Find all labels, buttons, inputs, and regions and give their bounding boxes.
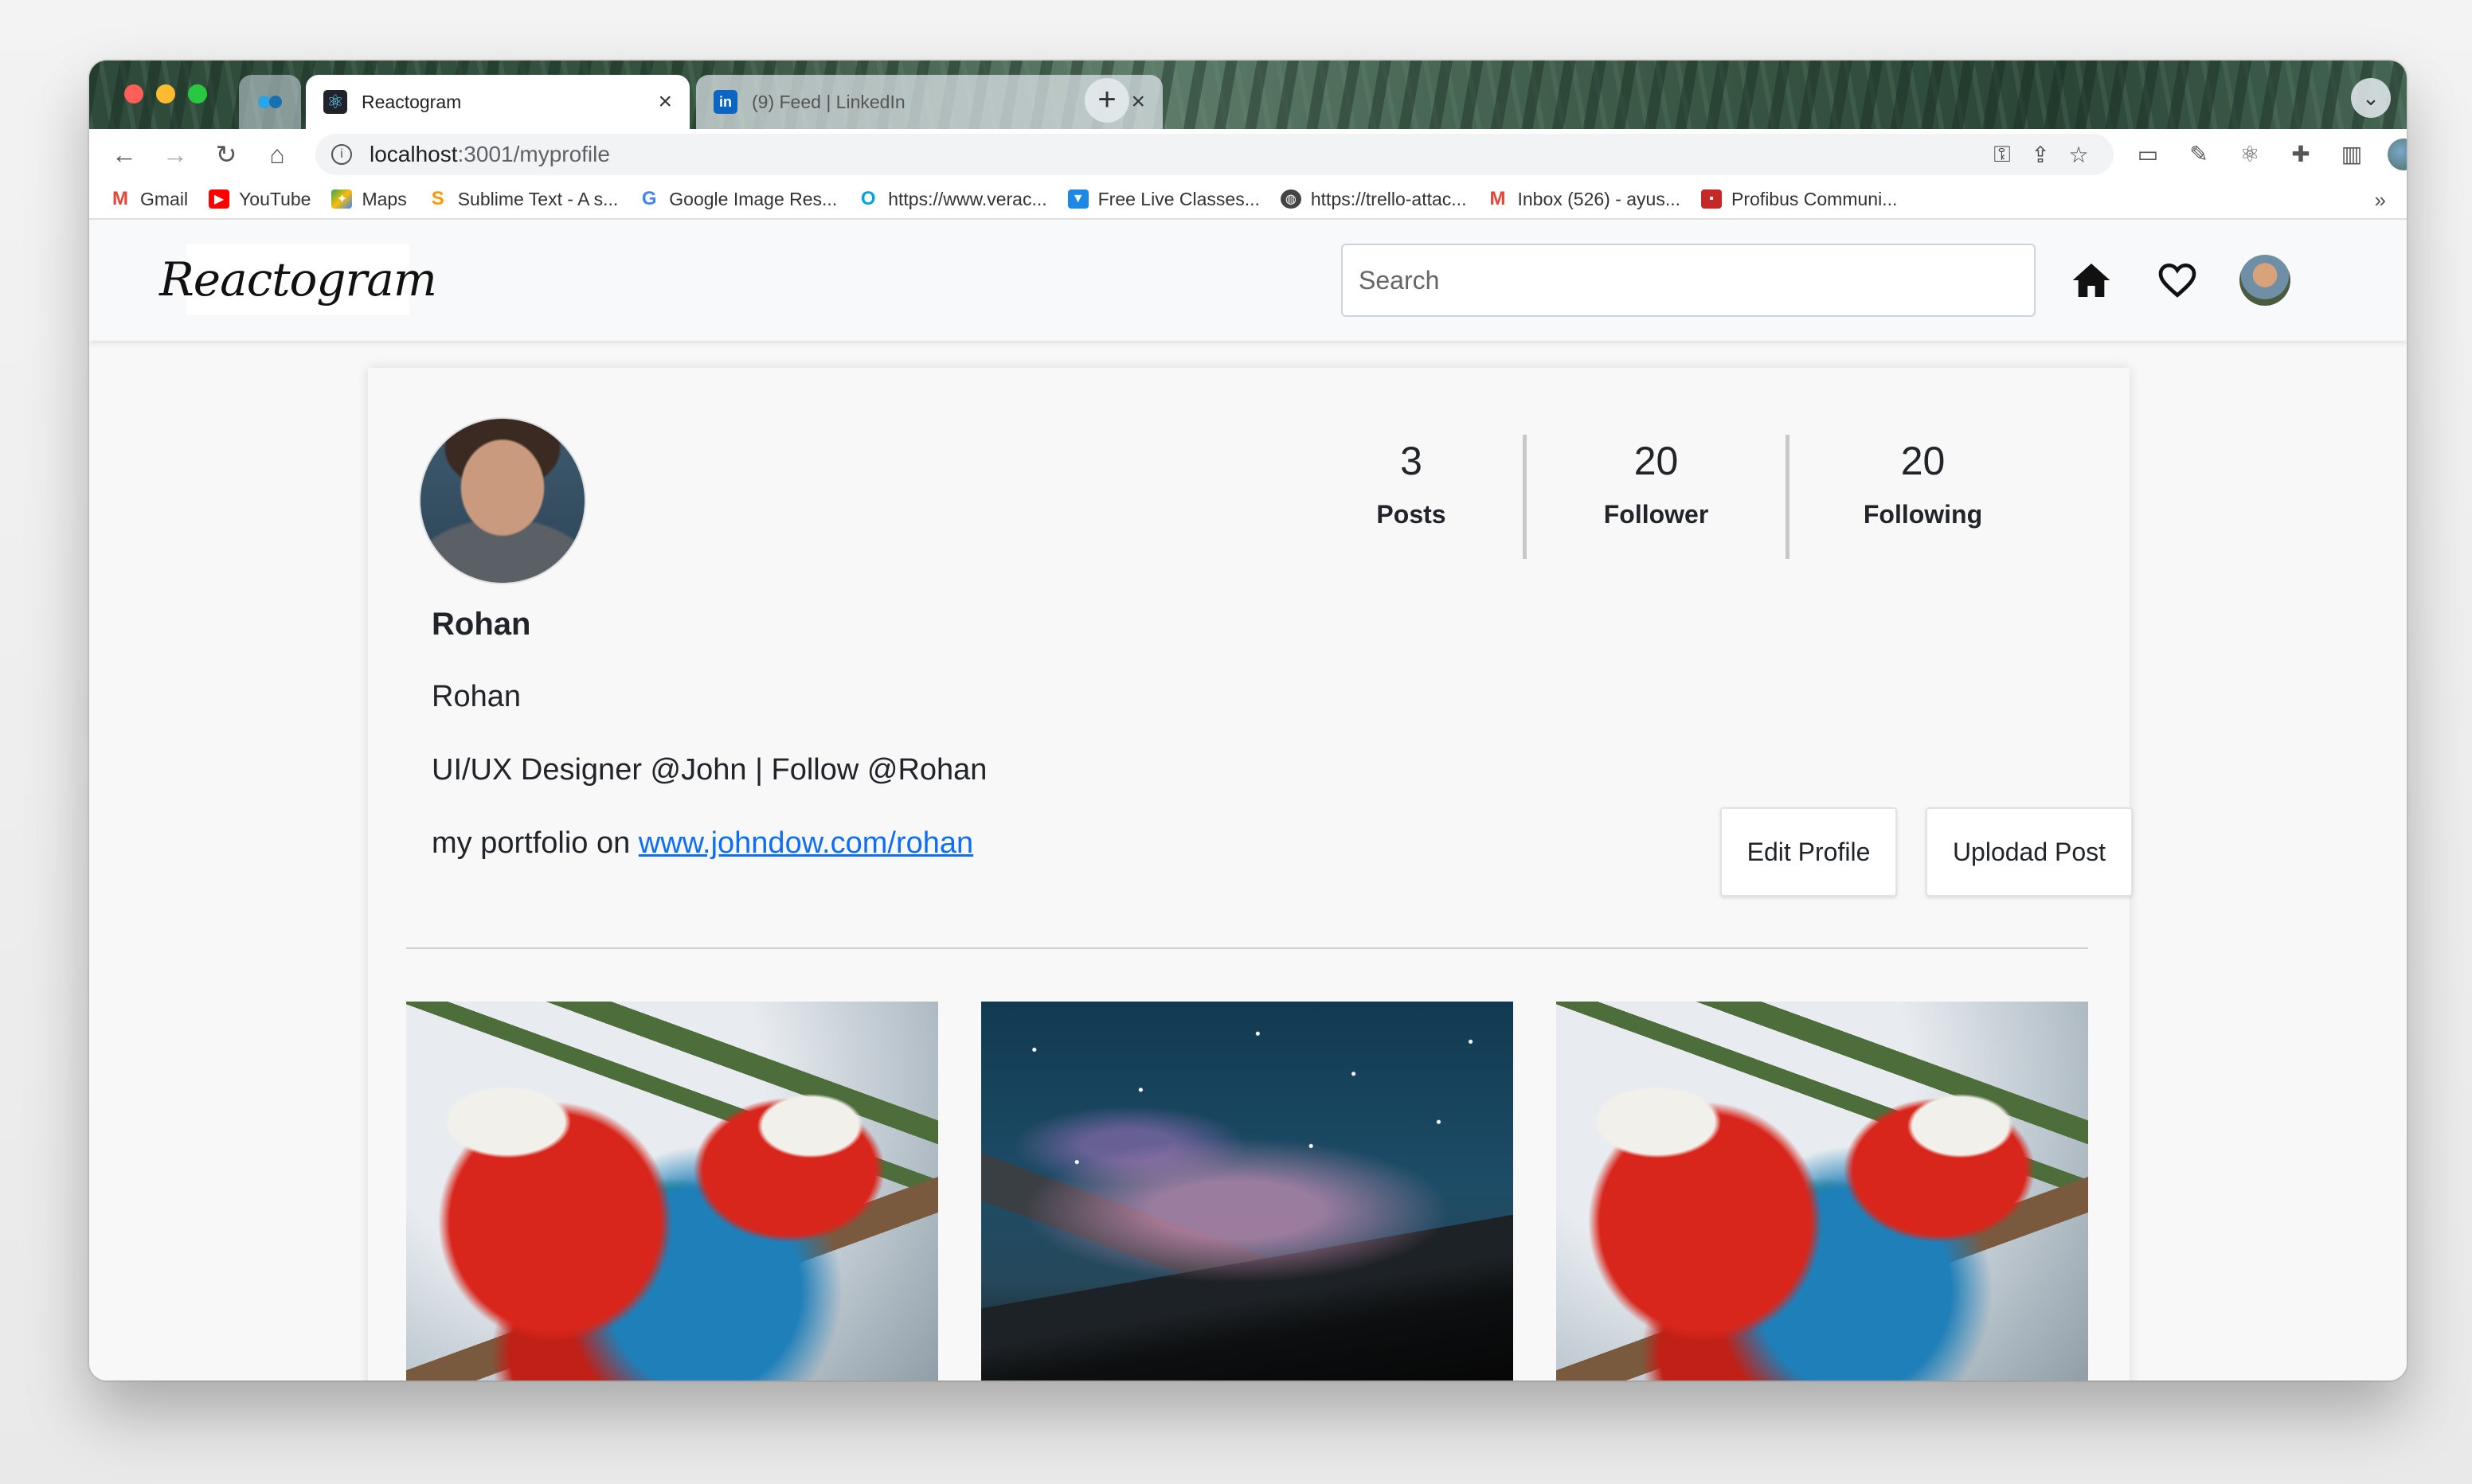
sidebar-icon[interactable]: ▥ [2332, 137, 2372, 172]
brand-logo[interactable]: Reactogram [159, 244, 437, 315]
bookmark-trello[interactable]: ◍ https://trello-attac... [1280, 188, 1467, 210]
stat-value: 20 [1633, 439, 1679, 483]
eyedropper-icon[interactable]: ✎ [2179, 137, 2219, 172]
bookmark-veracode[interactable]: O https://www.verac... [858, 188, 1047, 210]
bookmark-google-image[interactable]: G Google Image Res... [639, 188, 838, 210]
sublime-icon: S [431, 188, 444, 209]
bookmark-label: Google Image Res... [669, 188, 838, 209]
bookmark-gmail[interactable]: M Gmail [110, 188, 189, 210]
browser-toolbar: ← → ↻ ⌂ i localhost:3001/myprofile ⚿ ⇪ ☆… [89, 129, 2407, 180]
reactogram-app: Reactogram 3 Posts 20 Follower [89, 220, 2407, 1381]
star-icon[interactable]: ☆ [2059, 142, 2098, 168]
puzzle-icon[interactable]: ✚ [2281, 137, 2321, 172]
stat-following: 20 Following [1786, 435, 2056, 559]
stat-label: Follower [1603, 500, 1709, 529]
tab-strip: ⚛ Reactogram × in (9) Feed | LinkedIn × … [89, 61, 2407, 129]
share-icon[interactable]: ⇪ [2021, 142, 2059, 168]
globe-icon: ◍ [1280, 189, 1301, 209]
edit-profile-button[interactable]: Edit Profile [1720, 807, 1897, 896]
url-text[interactable]: localhost:3001/myprofile [370, 142, 1983, 167]
stat-posts: 3 Posts [1300, 435, 1523, 559]
bookmark-label: Sublime Text - A s... [457, 188, 619, 209]
profile-bio: UI/UX Designer @John | Follow @Rohan [432, 753, 988, 787]
maps-icon: ✦ [331, 189, 353, 209]
react-icon: ⚛ [323, 90, 347, 114]
bookmark-label: Inbox (526) - ayus... [1517, 188, 1681, 209]
pinned-tab[interactable] [239, 75, 301, 129]
bookmark-youtube[interactable]: ▶ YouTube [209, 189, 311, 210]
portfolio-link[interactable]: www.johndow.com/rohan [639, 826, 973, 860]
home-icon[interactable] [2069, 258, 2114, 303]
forward-arrow-icon[interactable]: → [158, 137, 193, 172]
post-image-parrots[interactable] [406, 1002, 938, 1381]
bookmark-label: YouTube [239, 188, 311, 209]
heart-icon[interactable] [2155, 258, 2200, 303]
upload-post-button[interactable]: Uplodad Post [1926, 807, 2133, 896]
profile-username: Rohan [432, 607, 531, 642]
gmail-icon: M [112, 188, 128, 209]
profile-fullname: Rohan [432, 680, 521, 713]
bookmark-free-classes[interactable]: ▼ Free Live Classes... [1067, 188, 1260, 210]
site-info-icon[interactable]: i [331, 144, 352, 165]
gmail-icon: M [1489, 188, 1506, 209]
profile-portfolio: my portfolio on www.johndow.com/rohan [432, 826, 973, 861]
portfolio-prefix: my portfolio on [432, 826, 639, 860]
search-input[interactable] [1341, 244, 2036, 317]
close-window-button[interactable] [124, 84, 143, 103]
bookmark-inbox[interactable]: M Inbox (526) - ayus... [1487, 188, 1681, 210]
google-icon: G [641, 188, 657, 209]
bookmark-label: Maps [362, 188, 407, 209]
bookmark-profibus[interactable]: ▪ Profibus Communi... [1701, 189, 1897, 210]
bookmarks-overflow-icon[interactable]: » [2375, 188, 2386, 213]
new-tab-button[interactable]: + [1085, 78, 1129, 123]
browser-window: ⚛ Reactogram × in (9) Feed | LinkedIn × … [89, 61, 2407, 1381]
profile-avatar-icon[interactable] [2388, 139, 2407, 170]
stat-value: 20 [1900, 439, 1946, 483]
profile-avatar [419, 417, 586, 584]
tab-title: Reactogram [362, 91, 462, 112]
stat-label: Posts [1376, 500, 1446, 529]
extensions-area: ▭ ✎ ⚛ ✚ ▥ ⋮ [2128, 137, 2407, 172]
url-path: :3001/myprofile [457, 142, 610, 166]
close-tab-icon[interactable]: × [658, 90, 672, 114]
profile-card: 3 Posts 20 Follower 20 Following Rohan R… [368, 368, 2133, 1381]
bookmark-label: Gmail [140, 188, 189, 209]
app-navbar: Reactogram [89, 220, 2407, 341]
post-image-parrots[interactable] [1556, 1002, 2088, 1381]
bookmark-label: Free Live Classes... [1097, 188, 1260, 209]
minimize-window-button[interactable] [156, 84, 175, 103]
tab-reactogram[interactable]: ⚛ Reactogram × [306, 75, 690, 129]
stat-label: Following [1863, 500, 1983, 529]
bookmark-label: https://trello-attac... [1310, 188, 1467, 209]
user-avatar[interactable] [2239, 255, 2290, 306]
app-icon [258, 96, 282, 108]
youtube-icon: ▶ [209, 189, 230, 209]
bookmark-label: Profibus Communi... [1731, 188, 1898, 209]
veracode-icon: O [860, 188, 876, 209]
divider [406, 947, 2088, 949]
bookmark-sublime[interactable]: S Sublime Text - A s... [428, 188, 619, 210]
classes-icon: ▼ [1067, 189, 1089, 209]
url-host: localhost [370, 142, 458, 166]
address-bar[interactable]: i localhost:3001/myprofile ⚿ ⇪ ☆ [315, 134, 2114, 175]
key-icon[interactable]: ⚿ [1983, 142, 2021, 168]
maximize-window-button[interactable] [188, 84, 207, 103]
bookmarks-bar: M Gmail ▶ YouTube ✦ Maps S Sublime Text … [89, 180, 2407, 220]
tab-title: (9) Feed | LinkedIn [752, 91, 905, 112]
post-image-night-sky[interactable] [981, 1002, 1513, 1381]
linkedin-icon: in [714, 90, 737, 114]
bookmark-label: https://www.verac... [888, 188, 1047, 209]
stat-value: 3 [1400, 439, 1422, 483]
profibus-icon: ▪ [1701, 189, 1723, 209]
react-devtools-icon[interactable]: ⚛ [2230, 137, 2270, 172]
close-tab-icon[interactable]: × [1131, 90, 1145, 114]
bookmark-maps[interactable]: ✦ Maps [331, 188, 407, 210]
cast-icon[interactable]: ▭ [2128, 137, 2168, 172]
reload-icon[interactable]: ↻ [209, 137, 244, 172]
home-icon[interactable]: ⌂ [260, 137, 295, 172]
profile-stats: 3 Posts 20 Follower 20 Following [1300, 435, 2056, 559]
back-arrow-icon[interactable]: ← [107, 137, 142, 172]
stat-followers: 20 Follower [1523, 435, 1786, 559]
tab-search-chevron-down-icon[interactable]: ⌄ [2351, 78, 2391, 118]
